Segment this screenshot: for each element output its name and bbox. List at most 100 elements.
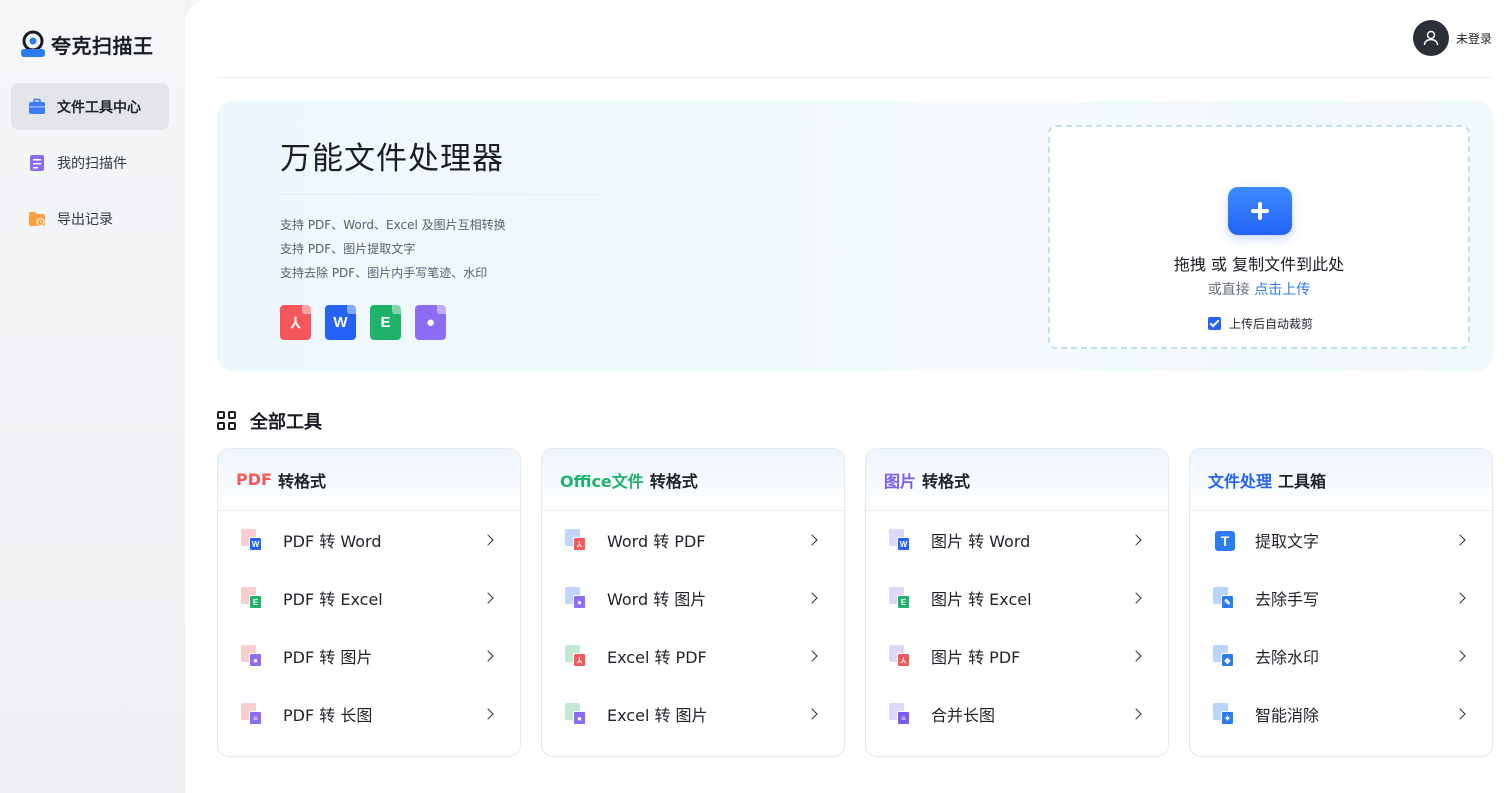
tool-icon-badge: E	[249, 595, 262, 609]
tool-label: Excel 转 PDF	[607, 648, 707, 667]
tool-label: 智能消除	[1255, 706, 1320, 725]
tool-item[interactable]: ⅄ Word 转 PDF	[542, 511, 844, 569]
tool-label: Excel 转 图片	[607, 706, 708, 725]
tool-item[interactable]: E PDF 转 Excel	[218, 569, 520, 627]
tool-icon: ⅄	[889, 645, 911, 667]
auto-crop-option[interactable]: 上传后自动裁剪	[1208, 315, 1313, 332]
card-header: 图片 转格式	[866, 449, 1168, 511]
tool-item[interactable]: W PDF 转 Word	[218, 511, 520, 569]
tool-item[interactable]: ● Word 转 图片	[542, 569, 844, 627]
sidebar-item-label: 我的扫描件	[57, 155, 127, 172]
section-title: 全部工具	[250, 412, 322, 433]
tool-icon-badge: W	[897, 537, 910, 551]
file-toolbox-card: 文件处理 工具箱 T 提取文字 ✎ 去除手写 ◆ 去除水印 ✦ 智能消除	[1189, 448, 1493, 757]
tool-item[interactable]: ⅄ Excel 转 PDF	[542, 627, 844, 685]
sidebar-item-export-records[interactable]: 导出记录	[11, 195, 169, 242]
upload-sub-prefix: 或直接	[1207, 282, 1255, 298]
tool-item[interactable]: T 提取文字	[1190, 511, 1492, 569]
document-icon	[28, 154, 46, 172]
chevron-right-icon	[1454, 650, 1466, 662]
image-convert-card: 图片 转格式 W 图片 转 Word E 图片 转 Excel ⅄ 图片 转 PDF ≡ 合并长图	[865, 448, 1169, 757]
upload-sub-hint: 或直接 点击上传	[1050, 279, 1468, 299]
tool-icon: W	[241, 529, 263, 551]
tool-icon: ●	[241, 645, 263, 667]
card-header: PDF 转格式	[218, 449, 520, 511]
tool-icon-badge: ✎	[1221, 595, 1234, 609]
card-header-accent: 图片	[884, 471, 917, 491]
tool-icon-badge: W	[249, 537, 262, 551]
sidebar-item-my-scans[interactable]: 我的扫描件	[11, 139, 169, 186]
chevron-right-icon	[482, 534, 494, 546]
card-header-title: 转格式	[922, 471, 971, 491]
tool-item[interactable]: ◆ 去除水印	[1190, 627, 1492, 685]
tool-label: 提取文字	[1255, 532, 1320, 551]
card-header-accent: 文件处理	[1208, 471, 1273, 491]
tool-icon: ●	[565, 587, 587, 609]
sidebar-nav: 文件工具中心 我的扫描件 导出记录	[11, 83, 169, 251]
tool-item[interactable]: ✦ 智能消除	[1190, 685, 1492, 743]
hero-feature-line: 支持 PDF、Word、Excel 及图片互相转换	[280, 218, 506, 232]
tool-icon: E	[889, 587, 911, 609]
tool-item[interactable]: W 图片 转 Word	[866, 511, 1168, 569]
chevron-right-icon	[1130, 650, 1142, 662]
excel-file-icon: E	[370, 305, 401, 340]
avatar[interactable]	[1412, 20, 1449, 56]
auto-crop-label: 上传后自动裁剪	[1229, 317, 1314, 331]
click-upload-link[interactable]: 点击上传	[1254, 282, 1310, 298]
chevron-right-icon	[1454, 708, 1466, 720]
sidebar-item-file-tools[interactable]: 文件工具中心	[11, 83, 169, 130]
tool-icon-badge: ●	[249, 653, 262, 667]
upload-dropzone[interactable]: 拖拽 或 复制文件到此处 或直接 点击上传 上传后自动裁剪	[1048, 125, 1470, 349]
tool-icon: T	[1213, 529, 1236, 552]
word-file-icon: W	[325, 305, 356, 340]
chevron-right-icon	[1130, 534, 1142, 546]
tool-icon: ⅄	[565, 645, 587, 667]
tool-icon-badge: ⅄	[573, 537, 586, 551]
app-name: 夸克扫描王	[51, 33, 154, 58]
tool-icon-badge: ●	[573, 595, 586, 609]
card-header: 文件处理 工具箱	[1190, 449, 1492, 511]
sidebar-item-label: 导出记录	[57, 211, 113, 228]
card-header-accent: PDF	[236, 470, 272, 489]
chevron-right-icon	[1130, 708, 1142, 720]
tool-icon: ⅄	[565, 529, 587, 551]
tool-icon: ✎	[1213, 587, 1235, 609]
dropzone-hint: 拖拽 或 复制文件到此处	[1173, 255, 1345, 274]
tool-icon: ≡	[241, 703, 263, 725]
upload-plus-button[interactable]	[1228, 187, 1292, 235]
chevron-right-icon	[482, 708, 494, 720]
tool-item[interactable]: ● PDF 转 图片	[218, 627, 520, 685]
tool-item[interactable]: ● Excel 转 图片	[542, 685, 844, 743]
card-header-accent: Office文件	[560, 471, 644, 491]
tool-icon-badge: E	[897, 595, 910, 609]
tool-icon: W	[889, 529, 911, 551]
chevron-right-icon	[1130, 592, 1142, 604]
app-logo[interactable]: 夸克扫描王	[19, 29, 154, 59]
tool-icon-badge: T	[1214, 530, 1236, 552]
tool-label: 图片 转 PDF	[931, 648, 1021, 667]
chevron-right-icon	[806, 592, 818, 604]
card-header: Office文件 转格式	[542, 449, 844, 511]
tool-label: Word 转 图片	[607, 590, 707, 609]
tool-label: PDF 转 长图	[283, 706, 373, 725]
tool-label: PDF 转 图片	[283, 648, 373, 667]
tool-icon-badge: ⅄	[573, 653, 586, 667]
pdf-file-icon: ⅄	[280, 305, 311, 340]
tool-cards: PDF 转格式 W PDF 转 Word E PDF 转 Excel ● PDF 转 图片 ≡ P…	[217, 448, 1493, 757]
all-tools-heading: 全部工具	[217, 408, 322, 434]
tool-item[interactable]: ⅄ 图片 转 PDF	[866, 627, 1168, 685]
auto-crop-checkbox[interactable]	[1208, 317, 1221, 330]
tool-icon-badge: ≡	[897, 711, 910, 725]
hero-divider	[280, 194, 672, 195]
tool-item[interactable]: ≡ PDF 转 长图	[218, 685, 520, 743]
tool-label: 图片 转 Word	[931, 532, 1031, 551]
tool-item[interactable]: E 图片 转 Excel	[866, 569, 1168, 627]
login-status[interactable]: 未登录	[1456, 30, 1492, 47]
card-header-title: 工具箱	[1278, 471, 1327, 491]
tool-item[interactable]: ≡ 合并长图	[866, 685, 1168, 743]
tool-label: PDF 转 Excel	[283, 590, 383, 609]
user-menu[interactable]: 未登录	[1412, 20, 1492, 56]
tool-icon: ●	[565, 703, 587, 725]
tool-icon: ◆	[1213, 645, 1235, 667]
tool-item[interactable]: ✎ 去除手写	[1190, 569, 1492, 627]
